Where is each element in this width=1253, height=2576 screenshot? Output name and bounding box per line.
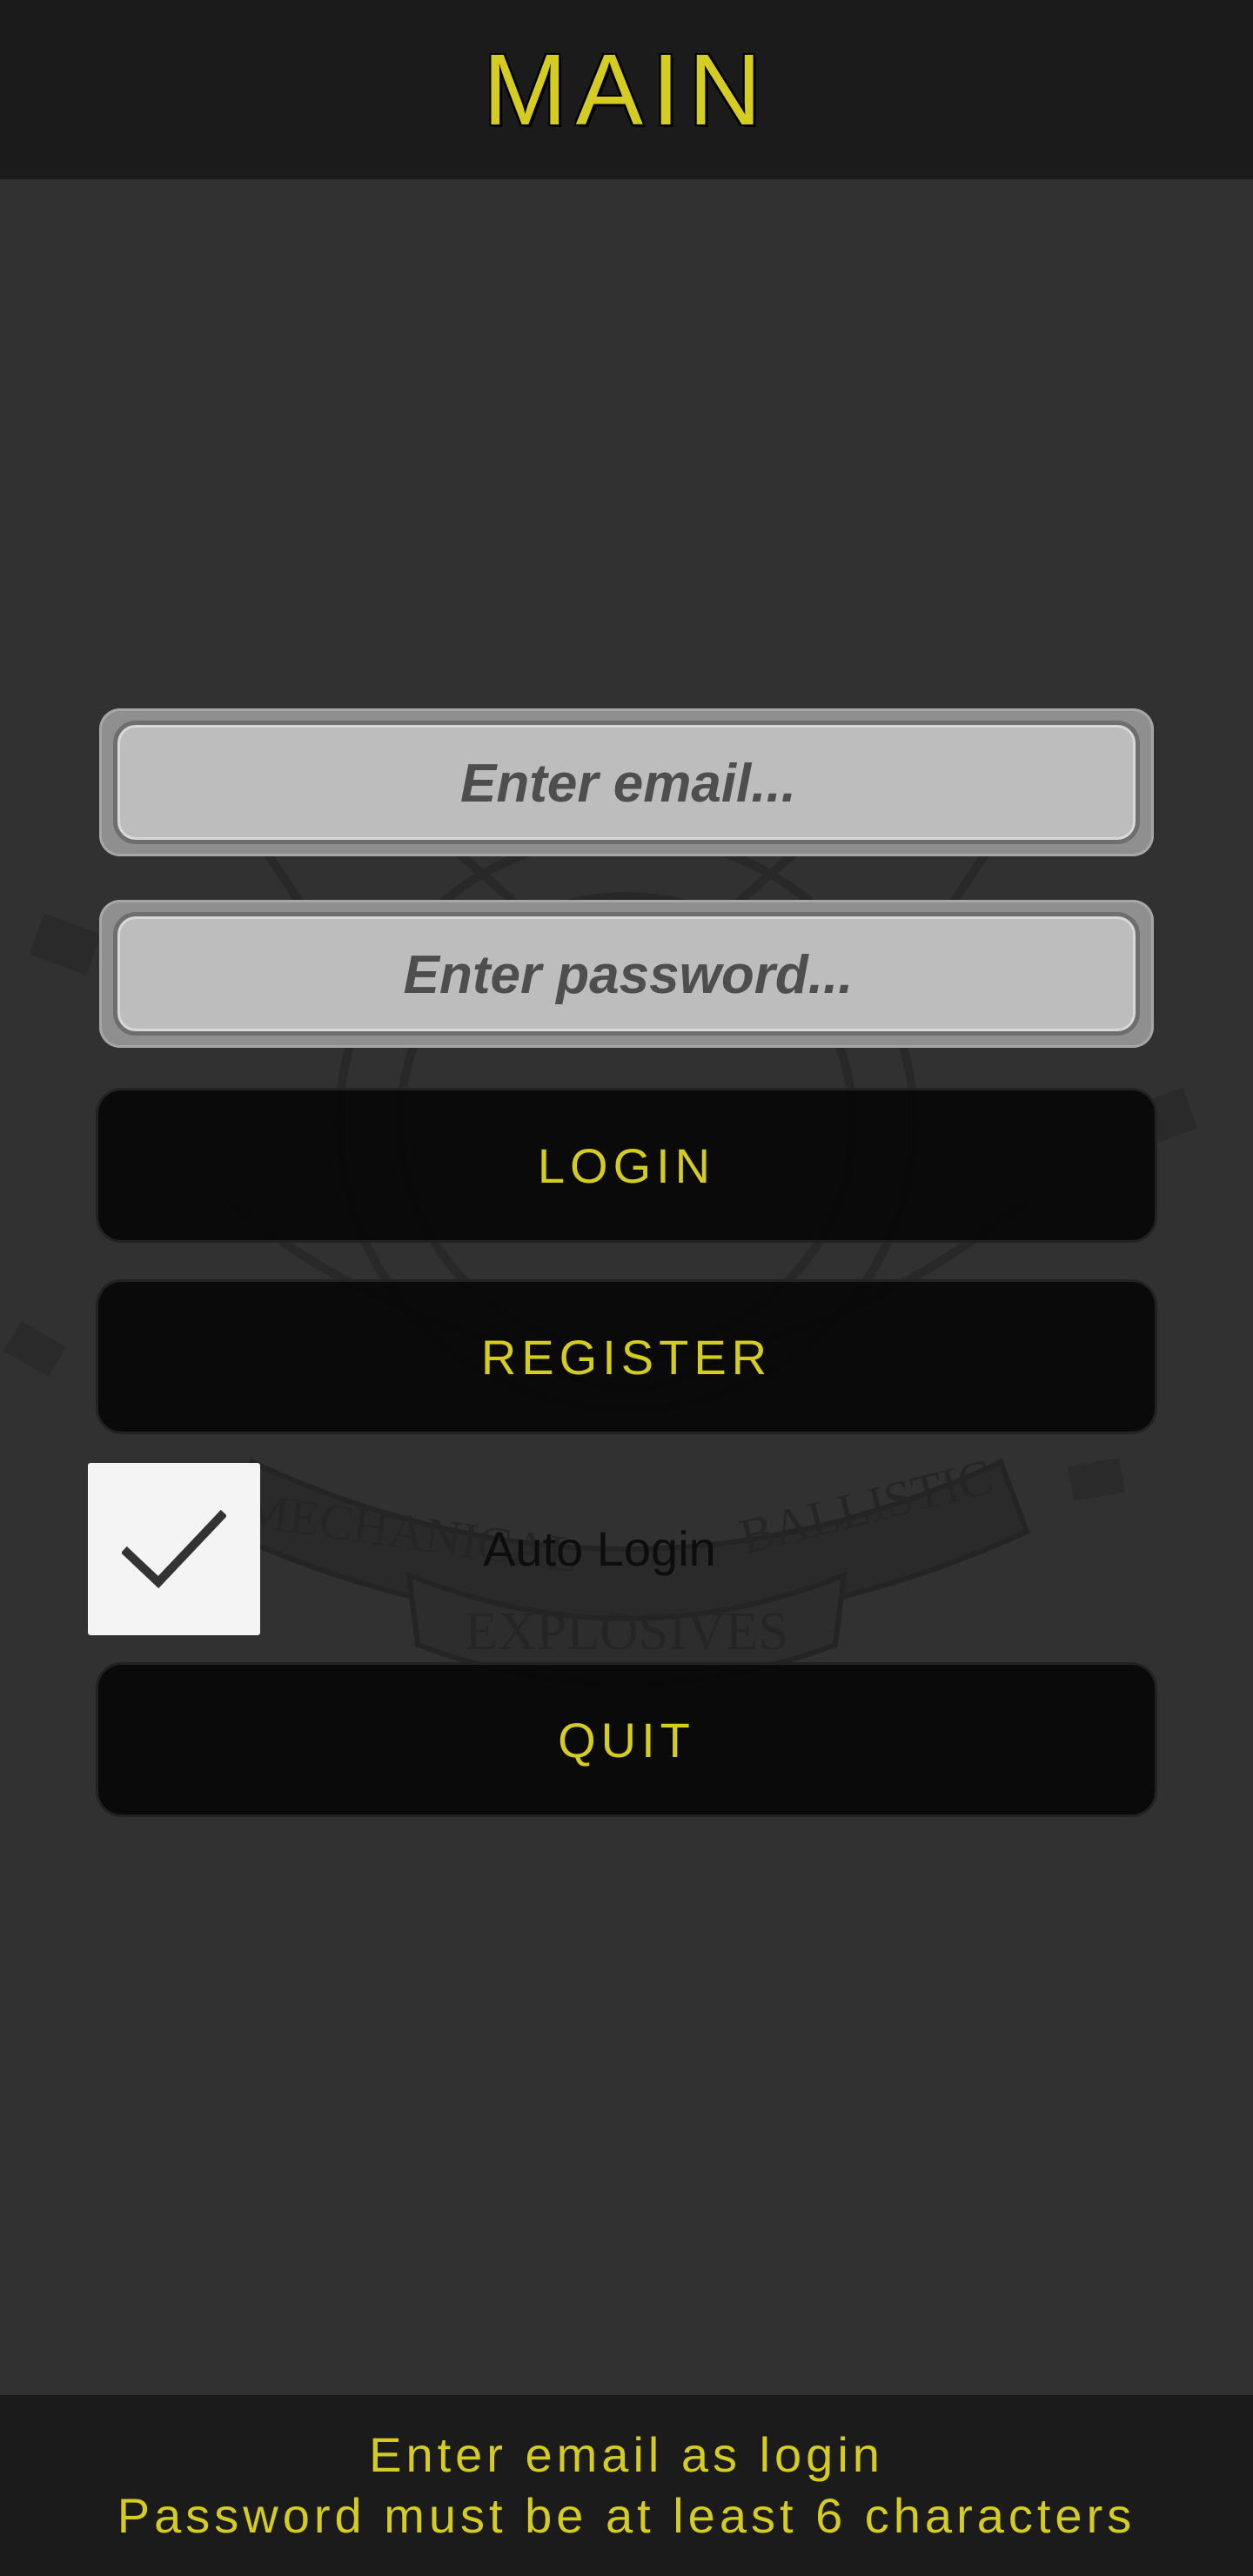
login-button[interactable]: LOGIN xyxy=(96,1088,1157,1243)
login-button-label: LOGIN xyxy=(537,1137,716,1193)
footer-bar: Enter email as login Password must be at… xyxy=(0,2395,1253,2576)
checkmark-icon xyxy=(122,1509,226,1589)
password-field[interactable] xyxy=(117,916,1139,1033)
register-button[interactable]: REGISTER xyxy=(96,1279,1157,1434)
auto-login-label: Auto Login xyxy=(483,1521,716,1576)
email-field-box xyxy=(113,721,1140,844)
register-button-label: REGISTER xyxy=(480,1329,773,1385)
app-screen: MECHANICAL BALLISTIC EXPLOSIVES MAIN LOG… xyxy=(0,0,1253,2576)
quit-button[interactable]: QUIT xyxy=(96,1662,1157,1817)
header-bar: MAIN xyxy=(0,0,1253,179)
page-title: MAIN xyxy=(483,33,770,146)
footer-hint-email: Enter email as login xyxy=(369,2427,884,2482)
password-field-box xyxy=(113,912,1140,1036)
footer-hint-password: Password must be at least 6 characters xyxy=(117,2488,1136,2543)
password-field-frame xyxy=(99,900,1154,1048)
emblem-text-bottom: EXPLOSIVES xyxy=(465,1602,788,1661)
email-field-frame xyxy=(99,708,1154,856)
email-field[interactable] xyxy=(117,725,1139,842)
auto-login-checkbox[interactable] xyxy=(88,1463,260,1635)
quit-button-label: QUIT xyxy=(558,1712,695,1768)
